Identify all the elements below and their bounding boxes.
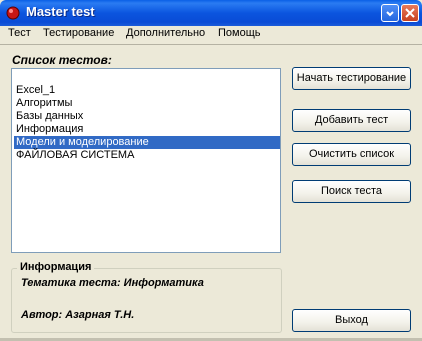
test-list-label: Список тестов: [12,53,112,67]
window-title: Master test [26,4,95,19]
menu-testing[interactable]: Тестирование [43,27,114,39]
exit-button[interactable]: Выход [292,309,411,332]
start-testing-button[interactable]: Начать тестирование [292,67,411,90]
menu-bar: Тест Тестирование Дополнительно Помощь [0,26,422,44]
title-bar[interactable]: Master test [0,0,422,26]
menu-help[interactable]: Помощь [218,27,261,39]
minimize-icon [386,11,394,17]
menu-test[interactable]: Тест [8,27,31,39]
list-item[interactable]: Базы данных [14,110,280,123]
list-item-selected[interactable]: Модели и моделирование [14,136,280,149]
list-item[interactable]: Информация [14,123,280,136]
app-icon [6,6,20,20]
info-legend: Информация [17,261,95,273]
list-item[interactable]: Алгоритмы [14,97,280,110]
close-button[interactable] [401,4,419,22]
list-item[interactable]: Excel_1 [14,84,280,97]
author-text: Автор: Азарная Т.Н. [21,309,135,321]
minimize-button[interactable] [381,4,399,22]
clear-list-button[interactable]: Очистить список [292,143,411,166]
search-test-button[interactable]: Поиск теста [292,180,411,203]
test-listbox[interactable]: Excel_1 Алгоритмы Базы данных Информация… [11,68,281,253]
list-item[interactable]: ФАЙЛОВАЯ СИСТЕМА [14,149,280,162]
test-topic-text: Тематика теста: Информатика [21,277,204,289]
add-test-button[interactable]: Добавить тест [292,109,411,132]
menu-additional[interactable]: Дополнительно [126,27,205,39]
close-icon [405,8,415,18]
